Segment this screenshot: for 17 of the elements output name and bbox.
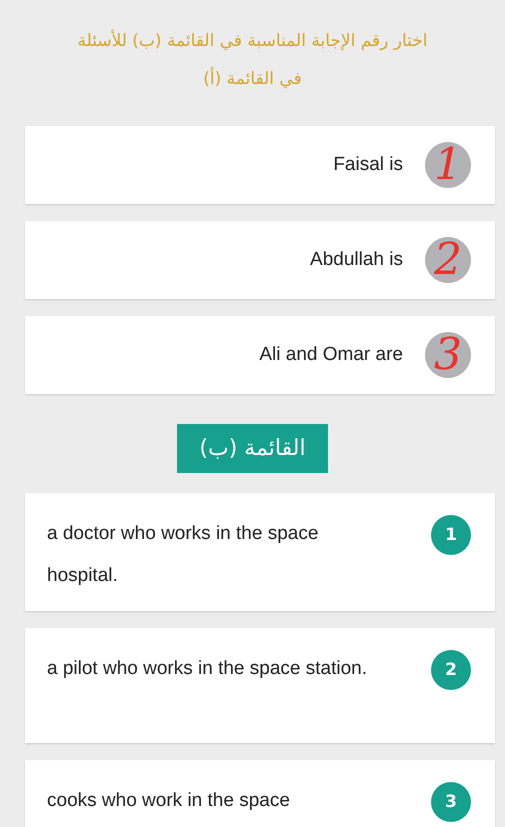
instruction-text: اختار رقم الإجابة المناسبة في القائمة (ب) للأسئلة في القائمة (أ) <box>76 28 429 91</box>
question-text: Ali and Omar are <box>259 344 403 366</box>
number-badge: 3 <box>431 782 471 822</box>
answer-text: a doctor who works in the space hospital. <box>47 522 320 588</box>
answer-slot[interactable]: 3 <box>425 332 471 378</box>
question-text: Faisal is <box>333 154 403 176</box>
answer-text: cooks who work in the space <box>47 789 291 813</box>
handwritten-answer: 2 <box>434 238 462 282</box>
list-title: القائمة (ب) <box>177 424 328 473</box>
question-text: Abdullah is <box>310 249 403 271</box>
answer-text: a pilot who works in the space station. <box>47 657 368 681</box>
number-badge: 2 <box>431 650 471 690</box>
handwritten-answer: 3 <box>434 333 462 377</box>
number-badge: 1 <box>431 515 471 555</box>
answer-slot[interactable]: 2 <box>425 237 471 283</box>
answer-slot[interactable]: 1 <box>425 142 471 188</box>
handwritten-answer: 1 <box>434 143 462 187</box>
